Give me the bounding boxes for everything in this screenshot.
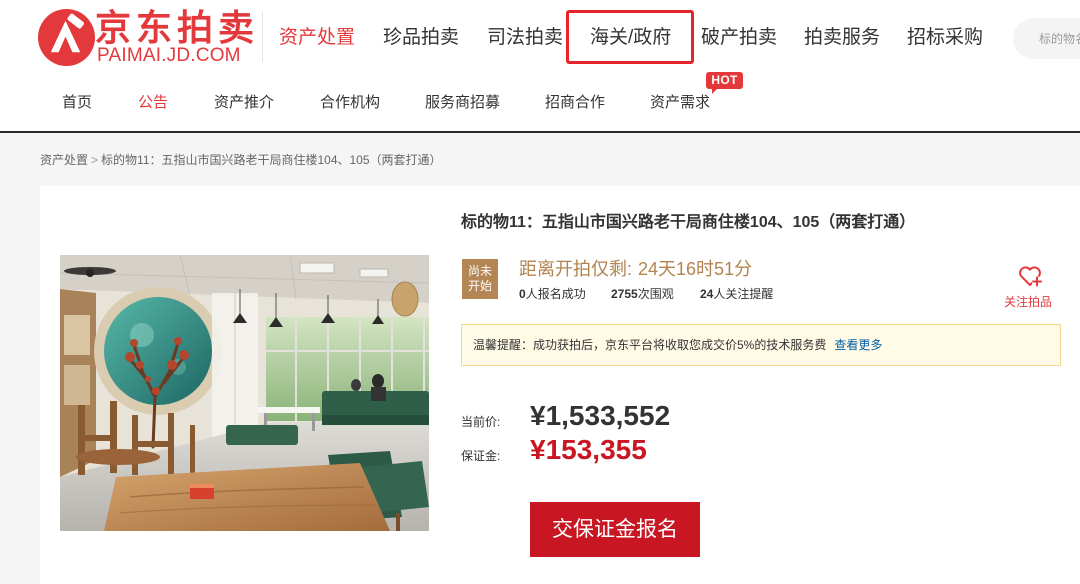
main-nav-item-auction-services[interactable]: 拍卖服务 — [804, 26, 880, 50]
stat-value: 2755 — [611, 287, 638, 301]
status-line-1: 尚未 — [467, 264, 492, 278]
stat-views: 2755次围观 — [611, 287, 674, 301]
brand-name: 京东拍卖 — [95, 7, 260, 48]
hot-badge: HOT — [706, 72, 743, 94]
jd-paimai-logo-icon — [38, 9, 95, 66]
stat-followers: 24人关注提醒 — [700, 287, 773, 301]
status-line-2: 开始 — [467, 279, 492, 293]
brand-domain: PAIMAI.JD.COM — [97, 45, 241, 66]
brand-logo[interactable]: 京东拍卖 PAIMAI.JD.COM — [38, 6, 260, 68]
sub-nav-item-announcements[interactable]: 公告 — [138, 94, 168, 112]
heart-plus-icon — [1019, 266, 1043, 287]
sub-nav-item-provider-recruitment[interactable]: 服务商招募 — [425, 94, 500, 112]
current-price-label: 当前价: — [461, 415, 501, 429]
search-box[interactable] — [1013, 18, 1080, 59]
countdown-value: 24天16时51分 — [638, 259, 753, 279]
countdown: 距离开拍仅剩: 24天16时51分 — [519, 258, 752, 280]
stat-value: 0 — [519, 287, 526, 301]
sub-nav-item-asset-promotion[interactable]: 资产推介 — [214, 94, 274, 112]
follow-lot-button[interactable]: 关注拍品 — [1000, 261, 1060, 311]
deposit-label: 保证金: — [461, 449, 501, 463]
sub-nav-item-asset-demand[interactable]: 资产需求 — [650, 94, 710, 112]
pay-deposit-register-button[interactable]: 交保证金报名 — [530, 502, 700, 557]
lot-title: 标的物11：五指山市国兴路老干局商住楼104、105（两套打通） — [461, 214, 916, 231]
stat-label: 次围观 — [637, 287, 674, 301]
stat-label: 人关注提醒 — [713, 287, 774, 301]
follow-lot-label: 关注拍品 — [1004, 295, 1053, 309]
main-nav-item-customs-government[interactable]: 海关/政府 — [590, 26, 671, 50]
breadcrumb: 资产处置 > 标的物11：五指山市国兴路老干局商住楼104、105（两套打通） — [40, 152, 442, 168]
notice-text: 温馨提醒：成功获拍后，京东平台将收取您成交价5%的技术服务费 — [473, 338, 827, 352]
main-nav-item-bankruptcy[interactable]: 破产拍卖 — [701, 26, 777, 50]
lot-detail-card: 标的物11：五指山市国兴路老干局商住楼104、105（两套打通） 尚未 开始 距… — [40, 186, 1080, 584]
current-price: ¥1,533,552 — [530, 400, 671, 431]
countdown-label: 距离开拍仅剩: — [519, 259, 633, 279]
site-header: 京东拍卖 PAIMAI.JD.COM 资产处置 珍品拍卖 司法拍卖 海关/政府 … — [0, 0, 1080, 131]
notice-more-link[interactable]: 查看更多 — [834, 338, 882, 352]
main-nav-item-tender-procurement[interactable]: 招标采购 — [907, 26, 983, 50]
lot-photo[interactable] — [60, 255, 429, 531]
breadcrumb-current: 标的物11：五指山市国兴路老干局商住楼104、105（两套打通） — [101, 153, 442, 167]
main-nav-item-asset-disposal[interactable]: 资产处置 — [279, 26, 355, 50]
header-divider — [0, 131, 1080, 133]
breadcrumb-separator: > — [91, 153, 99, 167]
sub-nav-item-investment-cooperation[interactable]: 招商合作 — [545, 94, 605, 112]
sub-nav-item-home[interactable]: 首页 — [62, 94, 92, 112]
lot-photo-image — [60, 255, 429, 531]
stat-label: 人报名成功 — [525, 287, 586, 301]
breadcrumb-root-link[interactable]: 资产处置 — [40, 153, 88, 167]
main-nav-item-collectibles[interactable]: 珍品拍卖 — [383, 26, 459, 50]
stat-value: 24 — [700, 287, 714, 301]
logo-divider — [262, 12, 263, 62]
auction-status-badge: 尚未 开始 — [462, 259, 498, 299]
service-fee-notice: 温馨提醒：成功获拍后，京东平台将收取您成交价5%的技术服务费 查看更多 — [461, 324, 1061, 366]
sub-nav-item-partner-institutions[interactable]: 合作机构 — [320, 94, 380, 112]
stat-registrations: 0人报名成功 — [519, 287, 586, 301]
search-input[interactable] — [1039, 18, 1080, 59]
deposit-amount: ¥153,355 — [530, 434, 647, 465]
main-nav-item-judicial[interactable]: 司法拍卖 — [487, 26, 563, 50]
